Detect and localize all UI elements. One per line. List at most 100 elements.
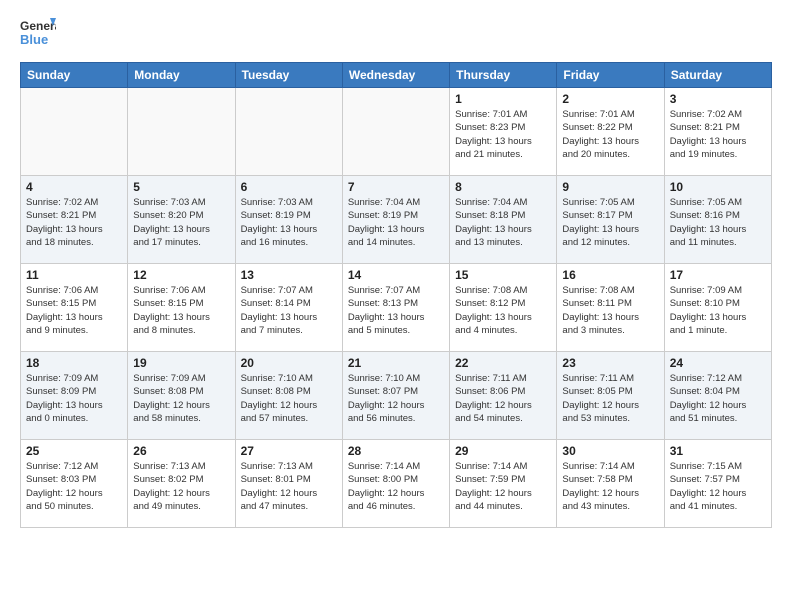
day-number: 22: [455, 356, 551, 370]
calendar-cell: 29Sunrise: 7:14 AM Sunset: 7:59 PM Dayli…: [450, 440, 557, 528]
day-info: Sunrise: 7:12 AM Sunset: 8:04 PM Dayligh…: [670, 372, 766, 425]
day-number: 24: [670, 356, 766, 370]
calendar-cell: 17Sunrise: 7:09 AM Sunset: 8:10 PM Dayli…: [664, 264, 771, 352]
calendar-week-2: 4Sunrise: 7:02 AM Sunset: 8:21 PM Daylig…: [21, 176, 772, 264]
calendar-cell: 10Sunrise: 7:05 AM Sunset: 8:16 PM Dayli…: [664, 176, 771, 264]
day-number: 3: [670, 92, 766, 106]
column-header-saturday: Saturday: [664, 63, 771, 88]
day-info: Sunrise: 7:11 AM Sunset: 8:06 PM Dayligh…: [455, 372, 551, 425]
day-info: Sunrise: 7:11 AM Sunset: 8:05 PM Dayligh…: [562, 372, 658, 425]
calendar-cell: 2 Sunrise: 7:01 AM Sunset: 8:22 PM Daylig…: [557, 88, 664, 176]
calendar-week-3: 11 Sunrise: 7:06 AM Sunset: 8:15 PM Dayli…: [21, 264, 772, 352]
day-info: Sunrise: 7:13 AM Sunset: 8:02 PM Dayligh…: [133, 460, 229, 513]
day-info: Sunrise: 7:08 AM Sunset: 8:11 PM Dayligh…: [562, 284, 658, 337]
calendar-cell: 31 Sunrise: 7:15 AM Sunset: 7:57 PM Dayli…: [664, 440, 771, 528]
calendar-cell: 15 Sunrise: 7:08 AM Sunset: 8:12 PM Dayli…: [450, 264, 557, 352]
calendar-header-row: SundayMondayTuesdayWednesdayThursdayFrid…: [21, 63, 772, 88]
day-info: Sunrise: 7:12 AM Sunset: 8:03 PM Dayligh…: [26, 460, 122, 513]
day-info: Sunrise: 7:06 AM Sunset: 8:15 PM Dayligh…: [26, 284, 122, 337]
day-number: 9: [562, 180, 658, 194]
day-number: 30: [562, 444, 658, 458]
column-header-sunday: Sunday: [21, 63, 128, 88]
day-number: 11: [26, 268, 122, 282]
calendar-cell: 20 Sunrise: 7:10 AM Sunset: 8:08 PM Dayli…: [235, 352, 342, 440]
day-info: Sunrise: 7:10 AM Sunset: 8:08 PM Dayligh…: [241, 372, 337, 425]
calendar-cell: 21Sunrise: 7:10 AM Sunset: 8:07 PM Dayli…: [342, 352, 449, 440]
day-info: Sunrise: 7:04 AM Sunset: 8:18 PM Dayligh…: [455, 196, 551, 249]
calendar-cell: 23 Sunrise: 7:11 AM Sunset: 8:05 PM Dayli…: [557, 352, 664, 440]
calendar-cell: 14 Sunrise: 7:07 AM Sunset: 8:13 PM Dayli…: [342, 264, 449, 352]
day-info: Sunrise: 7:13 AM Sunset: 8:01 PM Dayligh…: [241, 460, 337, 513]
day-info: Sunrise: 7:09 AM Sunset: 8:10 PM Dayligh…: [670, 284, 766, 337]
page-header: General Blue: [20, 16, 772, 52]
day-info: Sunrise: 7:06 AM Sunset: 8:15 PM Dayligh…: [133, 284, 229, 337]
day-number: 25: [26, 444, 122, 458]
calendar-cell: 8Sunrise: 7:04 AM Sunset: 8:18 PM Daylig…: [450, 176, 557, 264]
calendar-cell: 3 Sunrise: 7:02 AM Sunset: 8:21 PM Daylig…: [664, 88, 771, 176]
calendar-cell: 16 Sunrise: 7:08 AM Sunset: 8:11 PM Dayli…: [557, 264, 664, 352]
calendar-cell: [342, 88, 449, 176]
day-number: 27: [241, 444, 337, 458]
calendar-cell: 11 Sunrise: 7:06 AM Sunset: 8:15 PM Dayli…: [21, 264, 128, 352]
calendar-cell: 19Sunrise: 7:09 AM Sunset: 8:08 PM Dayli…: [128, 352, 235, 440]
day-info: Sunrise: 7:02 AM Sunset: 8:21 PM Dayligh…: [26, 196, 122, 249]
day-number: 13: [241, 268, 337, 282]
day-info: Sunrise: 7:07 AM Sunset: 8:14 PM Dayligh…: [241, 284, 337, 337]
day-number: 5: [133, 180, 229, 194]
calendar-week-5: 25 Sunrise: 7:12 AM Sunset: 8:03 PM Dayli…: [21, 440, 772, 528]
day-info: Sunrise: 7:15 AM Sunset: 7:57 PM Dayligh…: [670, 460, 766, 513]
calendar-week-1: 1 Sunrise: 7:01 AM Sunset: 8:23 PM Daylig…: [21, 88, 772, 176]
calendar-cell: 12 Sunrise: 7:06 AM Sunset: 8:15 PM Dayli…: [128, 264, 235, 352]
day-info: Sunrise: 7:01 AM Sunset: 8:23 PM Dayligh…: [455, 108, 551, 161]
day-number: 23: [562, 356, 658, 370]
day-number: 14: [348, 268, 444, 282]
day-number: 1: [455, 92, 551, 106]
day-info: Sunrise: 7:14 AM Sunset: 7:58 PM Dayligh…: [562, 460, 658, 513]
column-header-thursday: Thursday: [450, 63, 557, 88]
day-number: 16: [562, 268, 658, 282]
calendar-cell: 22 Sunrise: 7:11 AM Sunset: 8:06 PM Dayli…: [450, 352, 557, 440]
day-number: 31: [670, 444, 766, 458]
day-info: Sunrise: 7:09 AM Sunset: 8:09 PM Dayligh…: [26, 372, 122, 425]
calendar-cell: 4Sunrise: 7:02 AM Sunset: 8:21 PM Daylig…: [21, 176, 128, 264]
calendar-cell: 18 Sunrise: 7:09 AM Sunset: 8:09 PM Dayli…: [21, 352, 128, 440]
day-info: Sunrise: 7:04 AM Sunset: 8:19 PM Dayligh…: [348, 196, 444, 249]
day-number: 12: [133, 268, 229, 282]
calendar-cell: 5 Sunrise: 7:03 AM Sunset: 8:20 PM Daylig…: [128, 176, 235, 264]
calendar-cell: 25 Sunrise: 7:12 AM Sunset: 8:03 PM Dayli…: [21, 440, 128, 528]
calendar-cell: 24 Sunrise: 7:12 AM Sunset: 8:04 PM Dayli…: [664, 352, 771, 440]
calendar-cell: 6Sunrise: 7:03 AM Sunset: 8:19 PM Daylig…: [235, 176, 342, 264]
day-number: 19: [133, 356, 229, 370]
day-info: Sunrise: 7:07 AM Sunset: 8:13 PM Dayligh…: [348, 284, 444, 337]
day-info: Sunrise: 7:03 AM Sunset: 8:20 PM Dayligh…: [133, 196, 229, 249]
day-number: 7: [348, 180, 444, 194]
day-info: Sunrise: 7:14 AM Sunset: 8:00 PM Dayligh…: [348, 460, 444, 513]
day-info: Sunrise: 7:01 AM Sunset: 8:22 PM Dayligh…: [562, 108, 658, 161]
calendar-cell: 7 Sunrise: 7:04 AM Sunset: 8:19 PM Daylig…: [342, 176, 449, 264]
day-info: Sunrise: 7:10 AM Sunset: 8:07 PM Dayligh…: [348, 372, 444, 425]
day-number: 15: [455, 268, 551, 282]
calendar-cell: [21, 88, 128, 176]
day-info: Sunrise: 7:02 AM Sunset: 8:21 PM Dayligh…: [670, 108, 766, 161]
calendar-cell: 28Sunrise: 7:14 AM Sunset: 8:00 PM Dayli…: [342, 440, 449, 528]
day-number: 20: [241, 356, 337, 370]
calendar-week-4: 18 Sunrise: 7:09 AM Sunset: 8:09 PM Dayli…: [21, 352, 772, 440]
column-header-wednesday: Wednesday: [342, 63, 449, 88]
calendar-cell: 27 Sunrise: 7:13 AM Sunset: 8:01 PM Dayli…: [235, 440, 342, 528]
day-info: Sunrise: 7:08 AM Sunset: 8:12 PM Dayligh…: [455, 284, 551, 337]
day-number: 2: [562, 92, 658, 106]
day-info: Sunrise: 7:03 AM Sunset: 8:19 PM Dayligh…: [241, 196, 337, 249]
svg-text:Blue: Blue: [20, 32, 48, 47]
calendar-cell: 26Sunrise: 7:13 AM Sunset: 8:02 PM Dayli…: [128, 440, 235, 528]
column-header-tuesday: Tuesday: [235, 63, 342, 88]
day-number: 18: [26, 356, 122, 370]
calendar-cell: 30 Sunrise: 7:14 AM Sunset: 7:58 PM Dayli…: [557, 440, 664, 528]
day-info: Sunrise: 7:05 AM Sunset: 8:17 PM Dayligh…: [562, 196, 658, 249]
calendar-cell: [235, 88, 342, 176]
calendar-cell: [128, 88, 235, 176]
column-header-friday: Friday: [557, 63, 664, 88]
day-number: 10: [670, 180, 766, 194]
calendar-table: SundayMondayTuesdayWednesdayThursdayFrid…: [20, 62, 772, 528]
column-header-monday: Monday: [128, 63, 235, 88]
logo-svg: General Blue: [20, 16, 56, 52]
